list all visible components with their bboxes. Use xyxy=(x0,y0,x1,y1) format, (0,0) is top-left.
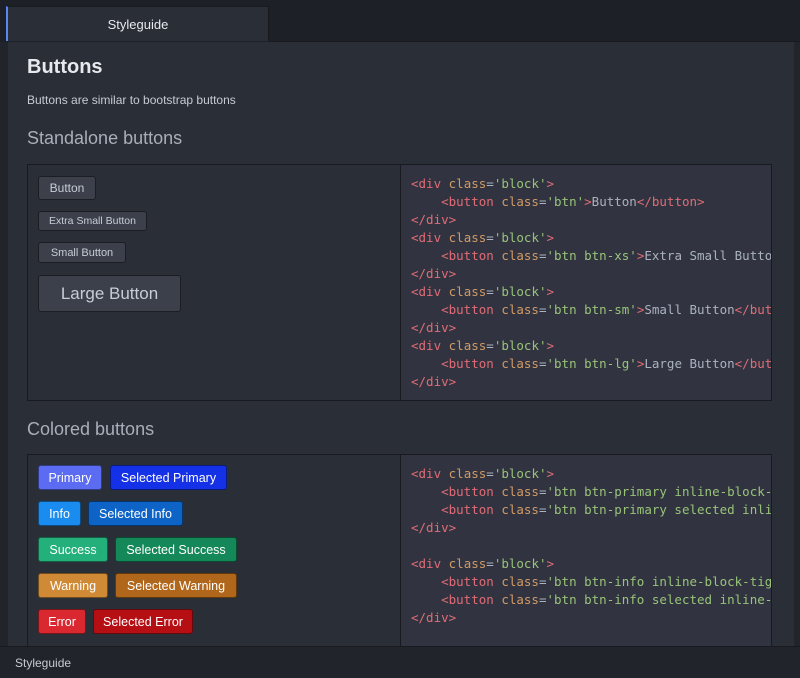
code-line: <button class='btn btn-info inline-block… xyxy=(441,574,771,589)
code-line: <button class='btn btn-info selected inl… xyxy=(441,592,771,607)
selected-primary-button[interactable]: Selected Primary xyxy=(110,465,227,490)
tab-styleguide[interactable]: Styleguide xyxy=(6,6,269,41)
code-line: <div class='block'> xyxy=(411,176,555,191)
extra-small-button[interactable]: Extra Small Button xyxy=(38,211,147,231)
code-line: </div> xyxy=(411,266,457,281)
code-line: <div class='block'> xyxy=(411,556,555,571)
info-button[interactable]: Info xyxy=(38,501,81,526)
code-line: </div> xyxy=(411,374,457,389)
code-line: <button class='btn btn-xs'>Extra Small B… xyxy=(441,248,771,263)
colored-panel: Primary Selected Primary Info Selected I… xyxy=(27,454,772,646)
standalone-code-block: <div class='block'> <button class='btn'>… xyxy=(400,165,771,400)
code-line: <div class='block'> xyxy=(411,338,555,353)
code-line: <button class='btn btn-primary inline-bl… xyxy=(441,484,771,499)
code-line: </div> xyxy=(411,610,457,625)
selected-warning-button[interactable]: Selected Warning xyxy=(115,573,237,598)
success-button[interactable]: Success xyxy=(38,537,108,562)
standalone-heading: Standalone buttons xyxy=(27,128,183,148)
code-line: <div class='block'> xyxy=(411,284,555,299)
status-bar: Styleguide xyxy=(0,646,800,678)
styleguide-content[interactable]: Buttons Buttons are similar to bootstrap… xyxy=(8,42,794,646)
standalone-panel: Button Extra Small Button Small Button L… xyxy=(27,164,772,401)
code-line: <button class='btn btn-sm'>Small Button<… xyxy=(441,302,771,317)
error-button[interactable]: Error xyxy=(38,609,86,634)
code-line: <div class='block'> xyxy=(411,230,555,245)
colored-examples: Primary Selected Primary Info Selected I… xyxy=(28,455,400,646)
default-button[interactable]: Button xyxy=(38,176,96,200)
code-line: <button class='btn btn-primary selected … xyxy=(441,502,771,517)
large-button[interactable]: Large Button xyxy=(38,275,181,312)
page-description: Buttons are similar to bootstrap buttons xyxy=(27,93,236,107)
warning-button[interactable]: Warning xyxy=(38,573,108,598)
code-line: <button class='btn'>Button</button> xyxy=(441,194,705,209)
selected-info-button[interactable]: Selected Info xyxy=(88,501,183,526)
code-line: </div> xyxy=(411,212,457,227)
small-button[interactable]: Small Button xyxy=(38,242,126,263)
selected-error-button[interactable]: Selected Error xyxy=(93,609,193,634)
primary-button[interactable]: Primary xyxy=(38,465,102,490)
status-bar-title: Styleguide xyxy=(15,656,72,670)
colored-code-block: <div class='block'> <button class='btn b… xyxy=(400,455,771,646)
tab-bar: Styleguide xyxy=(0,0,800,42)
code-line: <div class='block'> xyxy=(411,466,555,481)
code-line: <button class='btn btn-lg'>Large Button<… xyxy=(441,356,771,371)
page-title: Buttons xyxy=(27,56,103,78)
tab-title: Styleguide xyxy=(107,16,169,32)
code-line: </div> xyxy=(411,520,457,535)
selected-success-button[interactable]: Selected Success xyxy=(115,537,237,562)
code-line: </div> xyxy=(411,320,457,335)
standalone-examples: Button Extra Small Button Small Button L… xyxy=(28,165,400,400)
colored-heading: Colored buttons xyxy=(27,419,155,439)
